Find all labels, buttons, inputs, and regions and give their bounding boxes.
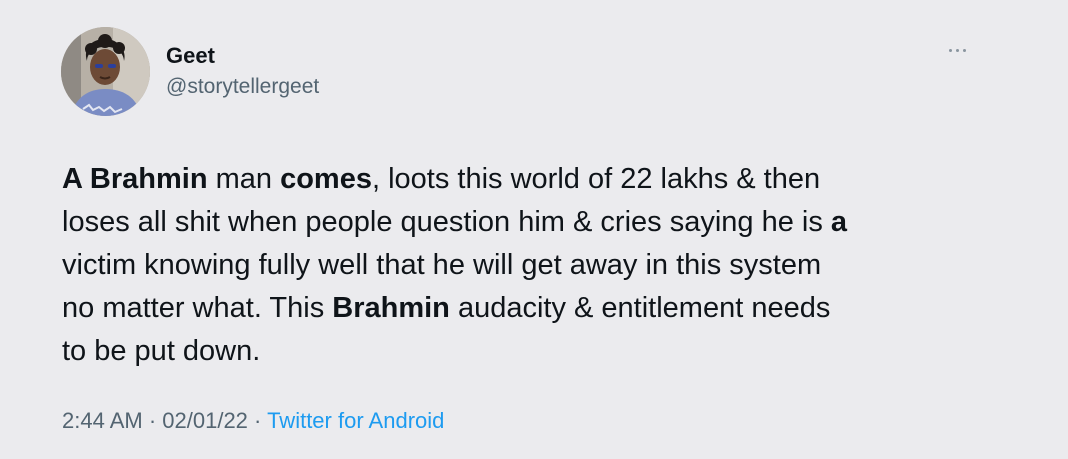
- tweet-text-bold: A Brahmin: [62, 163, 208, 195]
- display-name[interactable]: Geet: [166, 43, 215, 69]
- tweet-text-line: loses all shit when people question him …: [62, 201, 992, 244]
- tweet-source-link[interactable]: Twitter for Android: [267, 408, 444, 433]
- tweet-card: Geet @storytellergeet A Brahmin man come…: [0, 0, 1068, 459]
- tweet-text-segment: audacity & entitlement needs: [449, 292, 831, 324]
- tweet-text-line: no matter what. This Brahmin audacity & …: [62, 287, 992, 330]
- tweet-text-segment: loses all shit when people question him …: [62, 206, 831, 238]
- user-handle[interactable]: @storytellergeet: [166, 75, 319, 99]
- tweet-time[interactable]: 2:44 AM: [62, 408, 143, 433]
- tweet-text-segment: , loots this world of 22 lakhs & then: [371, 163, 821, 195]
- separator-dot: ·: [247, 408, 268, 433]
- tweet-text-bold: Brahmin: [332, 292, 450, 324]
- tweet-text-segment: to be put down.: [62, 335, 261, 367]
- tweet-text-bold: comes: [280, 163, 372, 195]
- tweet-text-segment: victim knowing fully well that he will g…: [62, 249, 822, 281]
- more-horizontal-icon[interactable]: [947, 44, 969, 56]
- tweet-date[interactable]: 02/01/22: [162, 408, 248, 433]
- tweet-text-line: A Brahmin man comes, loots this world of…: [62, 158, 992, 201]
- tweet-text: A Brahmin man comes, loots this world of…: [62, 158, 992, 373]
- tweet-text-line: to be put down.: [62, 330, 992, 373]
- tweet-text-bold: a: [830, 206, 848, 238]
- separator-dot: ·: [142, 408, 163, 433]
- tweet-text-segment: man: [207, 163, 281, 195]
- avatar[interactable]: [61, 27, 150, 116]
- tweet-text-segment: no matter what. This: [62, 292, 333, 324]
- profile-photo: [61, 27, 150, 116]
- tweet-metadata: 2:44 AM · 02/01/22 · Twitter for Android: [62, 408, 444, 434]
- tweet-text-line: victim knowing fully well that he will g…: [62, 244, 992, 287]
